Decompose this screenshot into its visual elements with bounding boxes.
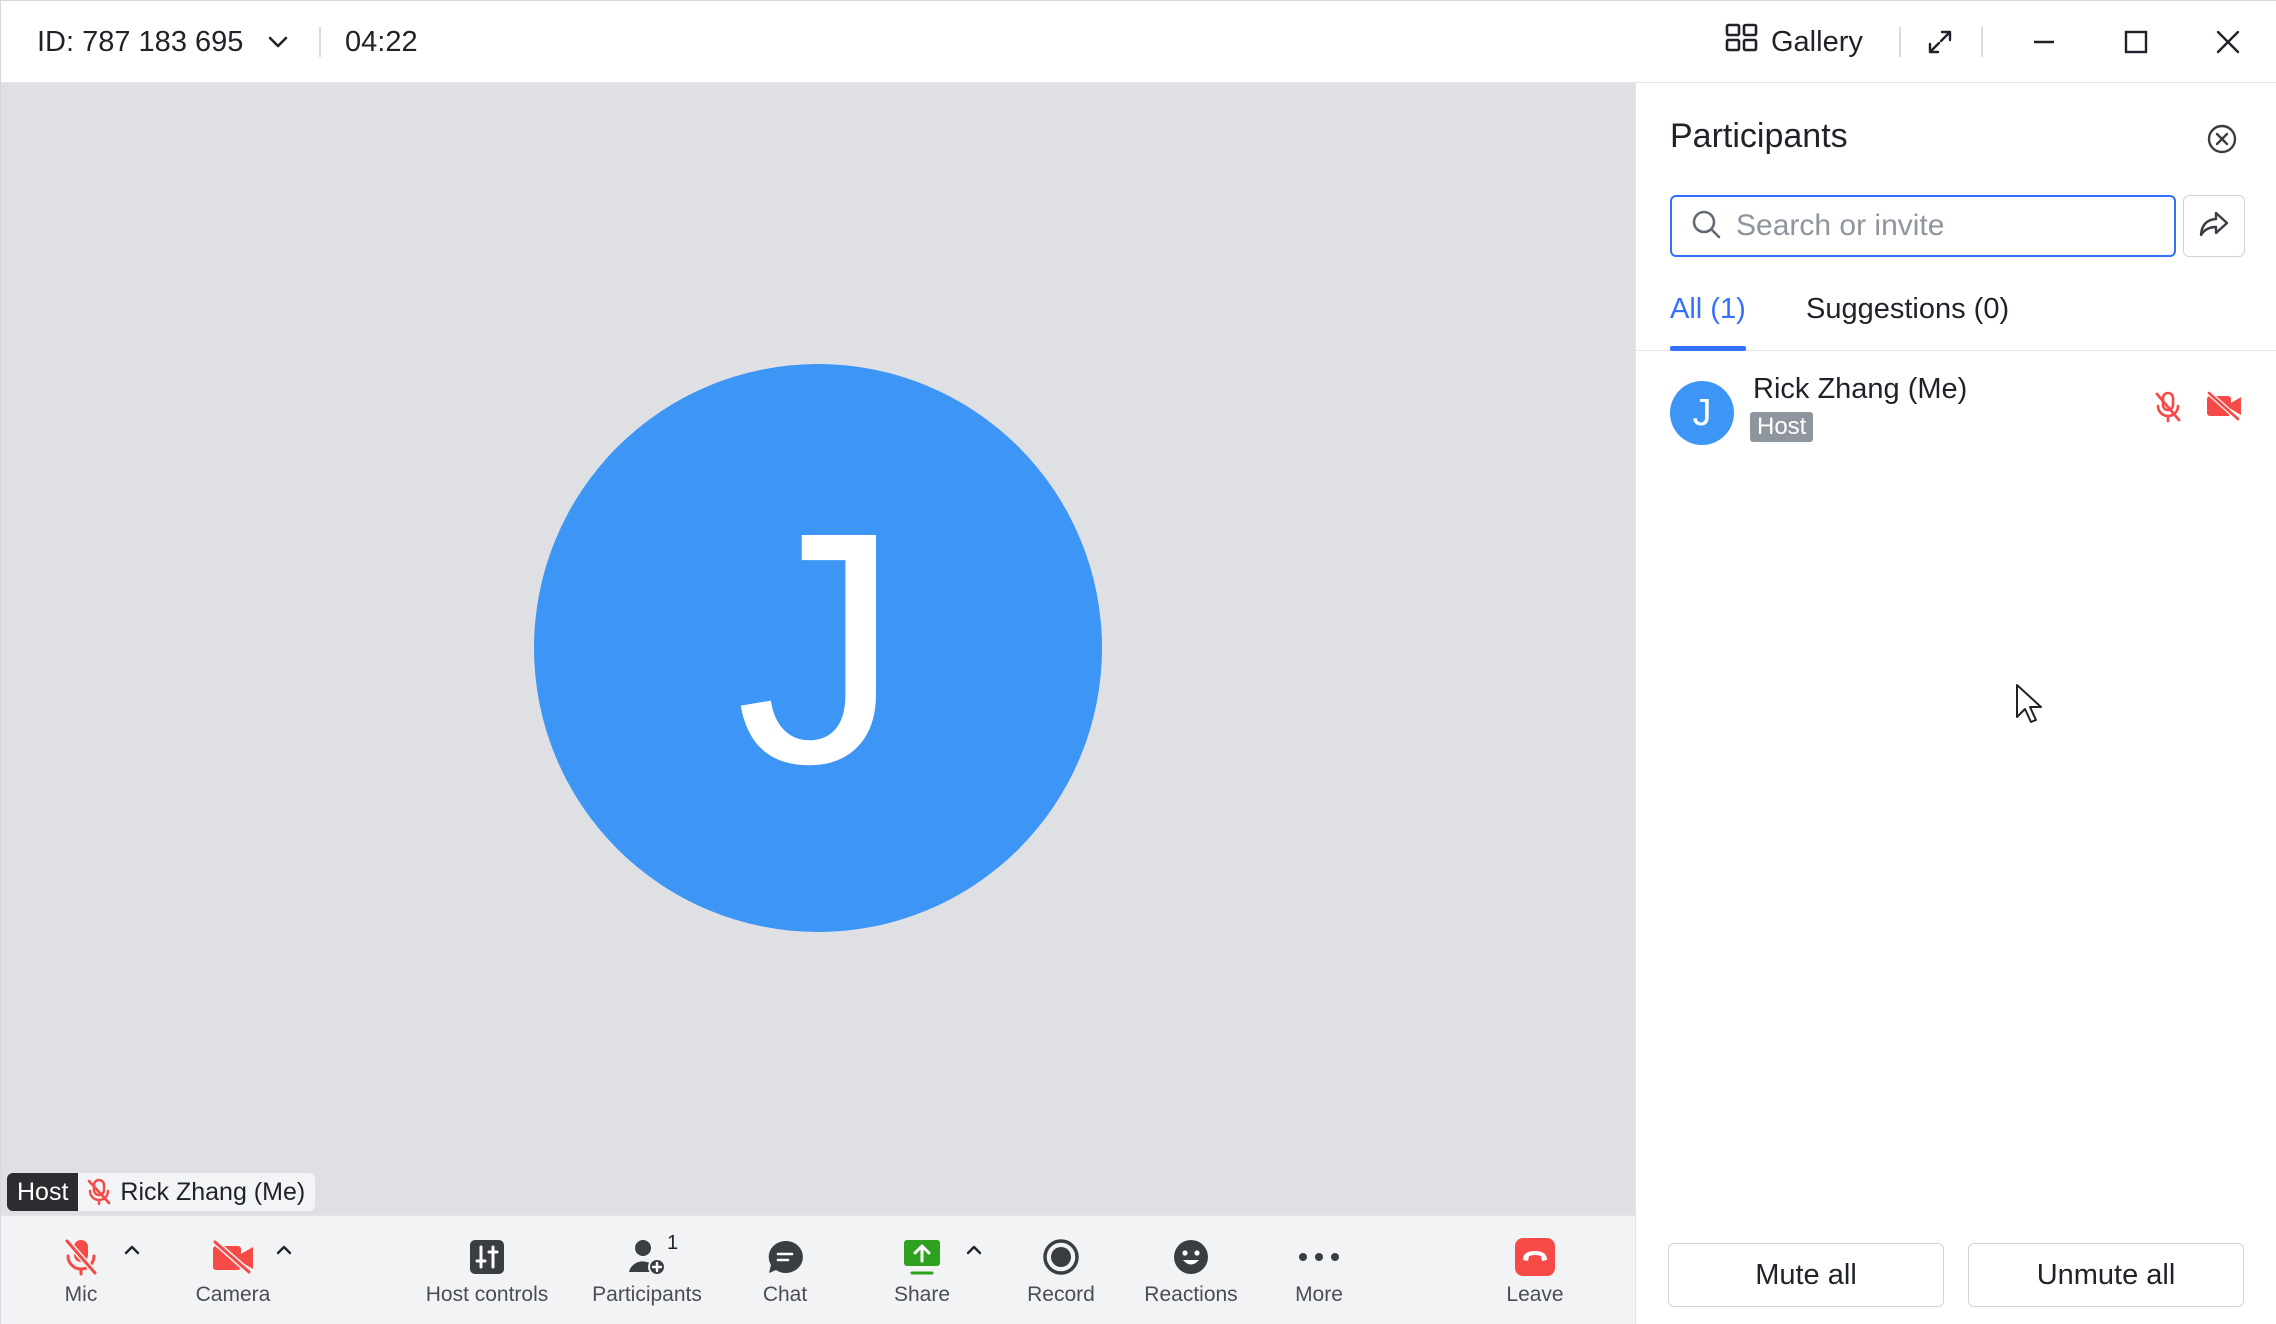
mic-off-icon <box>63 1235 99 1279</box>
avatar-letter: J <box>1692 391 1712 434</box>
chevron-down-icon[interactable] <box>263 27 293 57</box>
video-name-tag: Host Rick Zhang (Me) <box>7 1173 316 1211</box>
record-icon <box>1042 1235 1080 1279</box>
host-controls-icon <box>469 1235 505 1279</box>
leave-icon <box>1514 1235 1556 1279</box>
share-arrow-icon <box>2198 210 2230 243</box>
gallery-view-button[interactable]: Gallery <box>1725 1 1863 83</box>
participants-panel: Participants All (1) <box>1635 83 2276 1324</box>
close-icon[interactable] <box>2203 17 2253 67</box>
grid-icon <box>1725 23 1759 61</box>
share-button[interactable]: Share <box>889 1216 955 1324</box>
participant-row-avatar: J <box>1670 381 1734 445</box>
meeting-timer: 04:22 <box>345 25 418 58</box>
reactions-button[interactable]: Reactions <box>1141 1216 1241 1324</box>
chat-button[interactable]: Chat <box>753 1216 817 1324</box>
search-input[interactable] <box>1736 209 2156 243</box>
reactions-label: Reactions <box>1144 1283 1238 1306</box>
camera-off-icon[interactable] <box>2206 390 2242 426</box>
meeting-toolbar: Mic Camera Host controls Participants 1 … <box>1 1215 1635 1324</box>
participant-name: Rick Zhang (Me) <box>1753 373 1968 405</box>
tab-all[interactable]: All (1) <box>1670 293 1746 351</box>
chat-icon <box>766 1235 804 1279</box>
meeting-id-label: ID: 787 183 695 <box>37 25 244 58</box>
minimize-icon[interactable] <box>2019 17 2069 67</box>
leave-label: Leave <box>1506 1283 1564 1306</box>
divider <box>1899 27 1901 57</box>
participants-button[interactable]: Participants <box>587 1216 707 1324</box>
tab-suggestions[interactable]: Suggestions (0) <box>1806 293 2009 351</box>
more-label: More <box>1295 1283 1343 1306</box>
divider <box>1981 27 1983 57</box>
maximize-icon[interactable] <box>2111 17 2161 67</box>
host-controls-label: Host controls <box>425 1283 549 1306</box>
unmute-all-button[interactable]: Unmute all <box>1968 1243 2244 1307</box>
host-controls-button[interactable]: Host controls <box>417 1216 557 1324</box>
camera-button[interactable]: Camera <box>191 1216 275 1324</box>
invite-share-button[interactable] <box>2183 195 2245 257</box>
divider <box>319 27 321 57</box>
participants-count: 1 <box>667 1232 679 1254</box>
leave-button[interactable]: Leave <box>1501 1216 1569 1324</box>
participants-icon <box>627 1235 667 1279</box>
participants-label: Participants <box>592 1283 702 1306</box>
reactions-icon <box>1172 1235 1210 1279</box>
record-button[interactable]: Record <box>1025 1216 1097 1324</box>
mute-all-button[interactable]: Mute all <box>1668 1243 1944 1307</box>
record-label: Record <box>1027 1283 1095 1306</box>
mic-button[interactable]: Mic <box>51 1216 111 1324</box>
mouse-cursor-icon <box>2015 683 2045 730</box>
share-options-caret[interactable] <box>962 1238 986 1262</box>
host-badge: Host <box>1750 412 1814 442</box>
video-participant-name: Rick Zhang (Me) <box>120 1177 306 1206</box>
video-stage: J Host Rick Zhang (Me) <box>1 83 1635 1215</box>
avatar-letter: J <box>735 463 901 832</box>
chat-label: Chat <box>762 1283 808 1306</box>
camera-label: Camera <box>195 1283 271 1306</box>
search-box[interactable] <box>1670 195 2176 257</box>
mic-off-icon[interactable] <box>2154 391 2182 428</box>
share-label: Share <box>893 1283 951 1306</box>
mic-off-icon <box>86 1178 112 1206</box>
more-button[interactable]: More <box>1287 1216 1351 1324</box>
meeting-id-dropdown[interactable]: ID: 787 183 695 <box>37 1 293 83</box>
participant-tabs: All (1) Suggestions (0) <box>1636 285 2276 351</box>
gallery-label: Gallery <box>1771 25 1863 58</box>
title-bar: ID: 787 183 695 04:22 Gallery <box>1 1 2276 83</box>
meeting-window: ID: 787 183 695 04:22 Gallery J Host Ric… <box>0 0 2276 1324</box>
search-icon <box>1690 208 1722 245</box>
share-icon <box>902 1235 942 1279</box>
expand-icon[interactable] <box>1915 17 1965 67</box>
camera-off-icon <box>211 1235 255 1279</box>
mic-label: Mic <box>64 1283 98 1306</box>
close-panel-icon[interactable] <box>2200 117 2244 161</box>
more-icon <box>1297 1235 1341 1279</box>
mic-options-caret[interactable] <box>120 1238 144 1262</box>
participant-avatar: J <box>534 364 1102 932</box>
camera-options-caret[interactable] <box>272 1238 296 1262</box>
host-badge: Host <box>7 1173 79 1211</box>
panel-title: Participants <box>1670 117 1848 155</box>
participant-row[interactable]: J Rick Zhang (Me) Host <box>1636 373 2276 463</box>
